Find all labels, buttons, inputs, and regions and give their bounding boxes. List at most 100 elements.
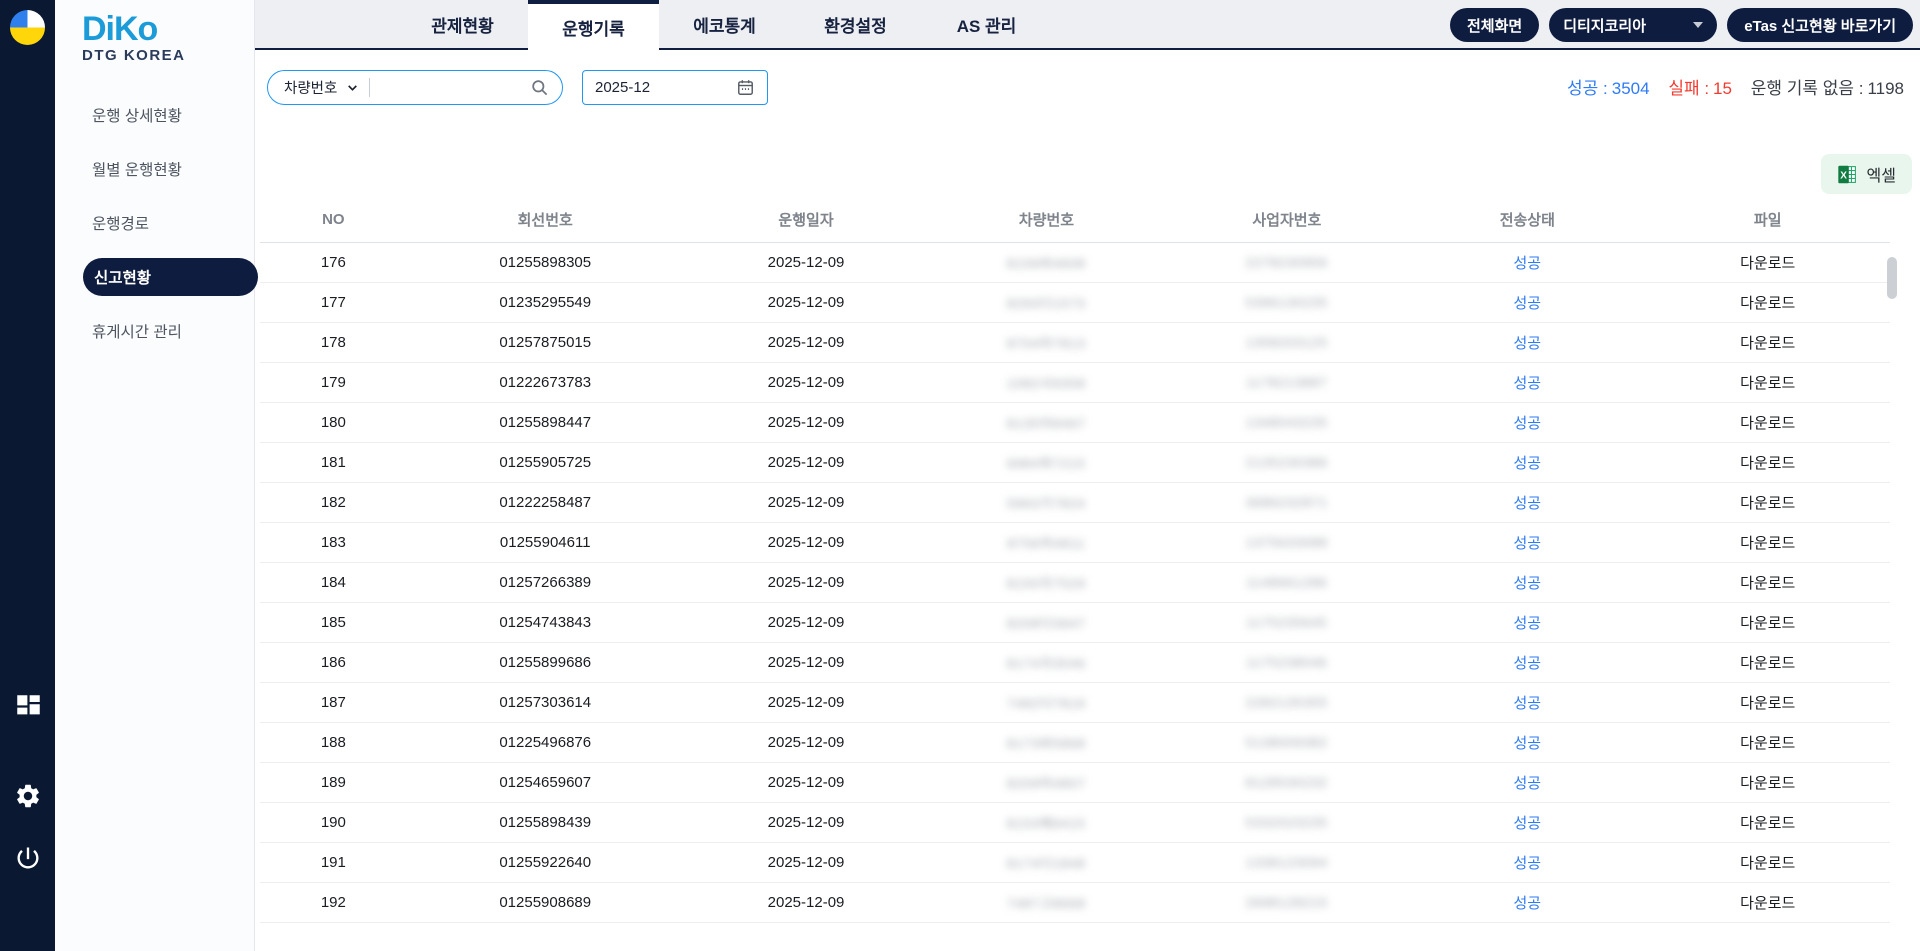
- cell-no: 186: [260, 642, 407, 682]
- cell-transmission-status: 성공: [1409, 602, 1645, 642]
- cell-drive-date: 2025-12-09: [684, 362, 929, 402]
- cell-vehicle-number-masked: 8150자7529: [928, 562, 1164, 602]
- sidebar-item-rest-time[interactable]: 휴게시간 관리: [55, 304, 254, 358]
- cell-transmission-status: 성공: [1409, 722, 1645, 762]
- search-icon[interactable]: [530, 78, 549, 97]
- cell-line-number: 01255899686: [407, 642, 684, 682]
- download-link[interactable]: 다운로드: [1645, 402, 1890, 442]
- nav-tabs: 관제현황 운행기록 에코통계 환경설정 AS 관리: [397, 0, 1052, 48]
- stat-norecord-label: 운행 기록 없음 :: [1751, 79, 1864, 98]
- tab-env-settings[interactable]: 환경설정: [790, 0, 921, 48]
- cell-drive-date: 2025-12-09: [684, 522, 929, 562]
- cell-business-number-masked: 1375633088: [1165, 522, 1410, 562]
- cell-vehicle-number-masked: 7487고8668: [928, 882, 1164, 922]
- cell-line-number: 01255905725: [407, 442, 684, 482]
- cell-business-number-masked: 3686232871: [1165, 482, 1410, 522]
- cell-transmission-status: 성공: [1409, 442, 1645, 482]
- cell-vehicle-number-masked: 8156바4608: [928, 242, 1164, 282]
- excel-button-label: 엑셀: [1867, 162, 1896, 186]
- cell-no: 192: [260, 882, 407, 922]
- cell-transmission-status: 성공: [1409, 802, 1645, 842]
- download-link[interactable]: 다운로드: [1645, 642, 1890, 682]
- cell-transmission-status: 성공: [1409, 642, 1645, 682]
- cell-line-number: 01255908689: [407, 882, 684, 922]
- cell-business-number-masked: 8128530232: [1165, 762, 1410, 802]
- cell-transmission-status: 성공: [1409, 242, 1645, 282]
- download-link[interactable]: 다운로드: [1645, 482, 1890, 522]
- tab-as-management[interactable]: AS 관리: [921, 0, 1052, 48]
- download-link[interactable]: 다운로드: [1645, 242, 1890, 282]
- cell-transmission-status: 성공: [1409, 882, 1645, 922]
- month-picker[interactable]: 2025-12: [582, 70, 768, 105]
- cell-line-number: 01255898305: [407, 242, 684, 282]
- cell-vehicle-number-masked: 1082사9358: [928, 362, 1164, 402]
- table-row: 191 01255922640 2025-12-09 8174다1848 133…: [260, 842, 1890, 882]
- cell-transmission-status: 성공: [1409, 762, 1645, 802]
- cell-no: 178: [260, 322, 407, 362]
- download-link[interactable]: 다운로드: [1645, 562, 1890, 602]
- download-link[interactable]: 다운로드: [1645, 602, 1890, 642]
- table-row: 182 01222258487 2025-12-09 5963가7824 368…: [260, 482, 1890, 522]
- table-scrollbar-thumb[interactable]: [1887, 257, 1897, 299]
- power-logout-icon[interactable]: [14, 844, 42, 872]
- month-picker-value: 2025-12: [595, 79, 650, 96]
- cell-transmission-status: 성공: [1409, 482, 1645, 522]
- download-link[interactable]: 다운로드: [1645, 442, 1890, 482]
- cell-business-number-masked: 1338123094: [1165, 842, 1410, 882]
- cell-vehicle-number-masked: 8174자3546: [928, 642, 1164, 682]
- search-filter-pill: 차량번호: [267, 70, 563, 105]
- cell-line-number: 01257875015: [407, 322, 684, 362]
- dashboard-grid-icon[interactable]: [14, 692, 42, 720]
- cell-line-number: 01255922640: [407, 842, 684, 882]
- download-link[interactable]: 다운로드: [1645, 362, 1890, 402]
- search-category-select[interactable]: 차량번호: [284, 77, 359, 98]
- cell-no: 180: [260, 402, 407, 442]
- fullscreen-button[interactable]: 전체화면: [1450, 8, 1539, 42]
- sidebar-item-report-status[interactable]: 신고현황: [83, 258, 258, 296]
- stat-norecord-value: 1198: [1867, 79, 1904, 98]
- company-dropdown-value: 디티지코리아: [1563, 15, 1646, 36]
- table-row: 189 01254659607 2025-12-09 8209머4807 812…: [260, 762, 1890, 802]
- settings-gear-icon[interactable]: [14, 782, 42, 810]
- download-link[interactable]: 다운로드: [1645, 682, 1890, 722]
- topbar-actions: 전체화면 디티지코리아 eTas 신고현황 바로가기: [1450, 8, 1913, 42]
- company-dropdown[interactable]: 디티지코리아: [1549, 8, 1717, 42]
- cell-transmission-status: 성공: [1409, 402, 1645, 442]
- download-link[interactable]: 다운로드: [1645, 522, 1890, 562]
- download-link[interactable]: 다운로드: [1645, 842, 1890, 882]
- table-row: 178 01257875015 2025-12-09 8704마7813 135…: [260, 322, 1890, 362]
- etas-shortcut-button[interactable]: eTas 신고현황 바로가기: [1727, 8, 1913, 42]
- sidebar-item-drive-route[interactable]: 운행경로: [55, 196, 254, 250]
- cell-drive-date: 2025-12-09: [684, 562, 929, 602]
- cell-no: 187: [260, 682, 407, 722]
- cell-business-number-masked: 1148661286: [1165, 562, 1410, 602]
- cell-vehicle-number-masked: 8173바5868: [928, 722, 1164, 762]
- brand-title: DiKo: [82, 12, 254, 46]
- search-input[interactable]: [380, 80, 530, 96]
- cell-drive-date: 2025-12-09: [684, 482, 929, 522]
- excel-icon: X: [1837, 164, 1858, 185]
- report-table-body: 176 01255898305 2025-12-09 8156바4608 227…: [260, 242, 1890, 922]
- cell-line-number: 01255904611: [407, 522, 684, 562]
- cell-line-number: 01254659607: [407, 762, 684, 802]
- cell-line-number: 01257303614: [407, 682, 684, 722]
- download-link[interactable]: 다운로드: [1645, 762, 1890, 802]
- download-link[interactable]: 다운로드: [1645, 722, 1890, 762]
- cell-drive-date: 2025-12-09: [684, 322, 929, 362]
- tab-control-status[interactable]: 관제현황: [397, 0, 528, 48]
- sidebar-item-drive-detail[interactable]: 운행 상세현황: [55, 88, 254, 142]
- download-link[interactable]: 다운로드: [1645, 322, 1890, 362]
- col-transmission-status: 전송상태: [1409, 198, 1645, 242]
- transmission-stats: 성공 :3504 실패 :15 운행 기록 없음 :1198: [1567, 74, 1904, 99]
- cell-drive-date: 2025-12-09: [684, 282, 929, 322]
- download-link[interactable]: 다운로드: [1645, 882, 1890, 922]
- excel-export-button[interactable]: X 엑셀: [1821, 154, 1912, 194]
- tab-drive-record[interactable]: 운행기록: [528, 0, 659, 50]
- download-link[interactable]: 다운로드: [1645, 282, 1890, 322]
- sidebar-item-monthly-drive[interactable]: 월별 운행현황: [55, 142, 254, 196]
- tab-eco-stats[interactable]: 에코통계: [659, 0, 790, 48]
- cell-business-number-masked: 2698128215: [1165, 882, 1410, 922]
- cell-business-number-masked: 1348043235: [1165, 402, 1410, 442]
- cell-drive-date: 2025-12-09: [684, 762, 929, 802]
- download-link[interactable]: 다운로드: [1645, 802, 1890, 842]
